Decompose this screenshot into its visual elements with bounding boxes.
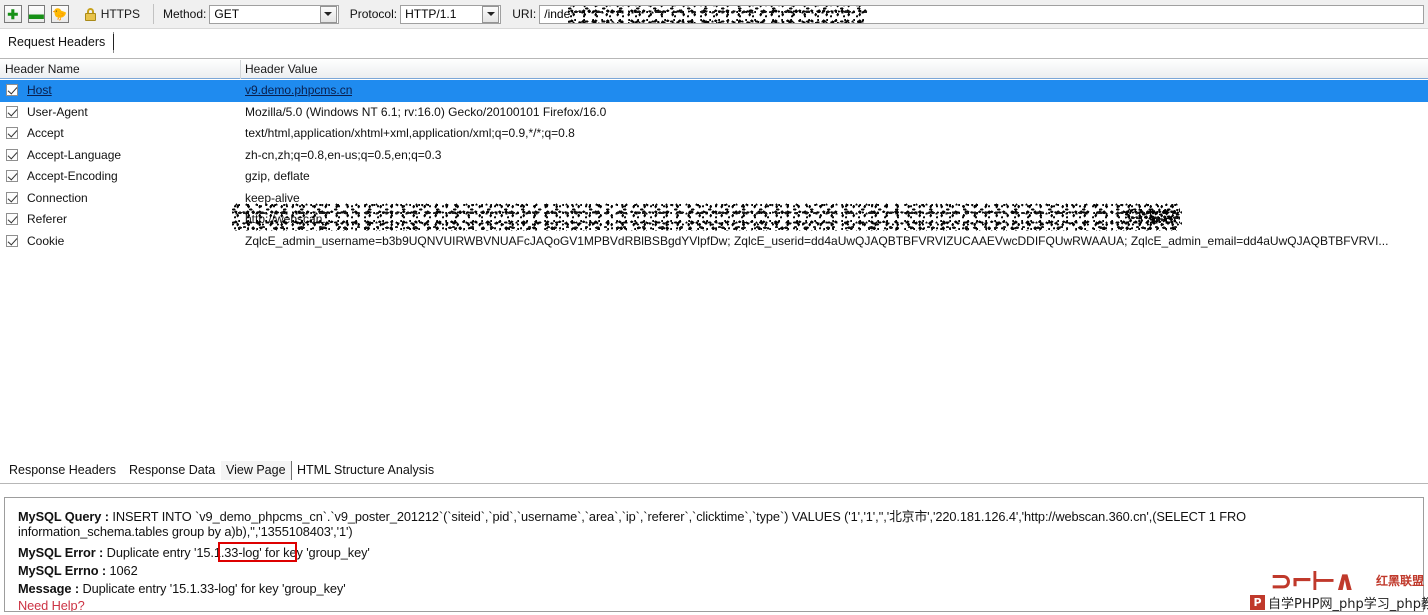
http-request-tool-window: ✚ ▬ 🐤 HTTPS Method: GET Protocol: HTTP/1… <box>0 0 1428 615</box>
table-row[interactable]: Connection keep-alive <box>0 188 1428 210</box>
method-select[interactable]: GET <box>209 4 339 24</box>
row-checkbox[interactable] <box>6 191 18 204</box>
header-value-cell: ZqlcE_admin_username=b3b9UQNVUIRWBVNUAFc… <box>245 233 1389 248</box>
https-label: HTTPS <box>100 7 141 21</box>
header-value-cell: Mozilla/5.0 (Windows NT 6.1; rv:16.0) Ge… <box>245 104 607 119</box>
table-row[interactable]: Referer http://webscan... <box>0 209 1428 231</box>
column-header-name[interactable]: Header Name <box>5 62 80 76</box>
need-help-link[interactable]: Need Help? <box>18 598 85 611</box>
watermark-badge-icon: P <box>1250 595 1265 610</box>
table-row[interactable]: Cookie ZqlcE_admin_username=b3b9UQNVUIRWB… <box>0 231 1428 253</box>
uri-input[interactable]: /inde <box>539 4 1425 24</box>
site-watermark: ⊃⌐⊢∧ 红黑联盟 P 自学PHP网_php学习_php教 <box>1250 566 1428 614</box>
mysql-errno-value: 1062 <box>106 563 138 578</box>
main-toolbar: ✚ ▬ 🐤 HTTPS Method: GET Protocol: HTTP/1… <box>0 0 1428 29</box>
column-divider[interactable] <box>240 60 241 79</box>
need-help-row: Need Help? <box>18 598 85 611</box>
mysql-error-label: MySQL Error : <box>18 545 104 560</box>
headers-table-header: Header Name Header Value <box>0 60 1428 79</box>
mysql-message-text: Duplicate entry '15.1.33-log' for key 'g… <box>78 581 346 596</box>
header-name-cell: Host <box>27 83 52 97</box>
header-value-cell: v9.demo.phpcms.cn <box>245 83 353 97</box>
mysql-query-line1: MySQL Query : INSERT INTO `v9_demo_phpcm… <box>18 506 1246 525</box>
protocol-label: Protocol: <box>349 7 398 21</box>
header-value-cell: keep-alive <box>245 190 300 205</box>
tab-response-data[interactable]: Response Data <box>124 461 220 480</box>
mysql-query-text: INSERT INTO `v9_demo_phpcms_cn`.`v9_post… <box>108 509 1246 524</box>
table-row[interactable]: Accept-Encoding gzip, deflate <box>0 166 1428 188</box>
chevron-down-icon[interactable] <box>319 5 337 23</box>
add-header-button[interactable]: ✚ <box>4 5 22 23</box>
header-value-cell: http://webscan... <box>245 212 333 226</box>
row-checkbox[interactable] <box>6 234 18 247</box>
row-checkbox[interactable] <box>6 105 18 118</box>
header-name-cell: User-Agent <box>27 104 88 119</box>
protocol-value: HTTP/1.1 <box>405 7 457 21</box>
mysql-message-label: Message : <box>18 581 79 596</box>
tab-view-page[interactable]: View Page <box>221 461 292 480</box>
view-page-result-panel: MySQL Query : INSERT INTO `v9_demo_phpcm… <box>4 497 1424 612</box>
header-value-cell: text/html,application/xhtml+xml,applicat… <box>245 126 575 140</box>
send-request-button[interactable]: 🐤 <box>51 5 69 23</box>
mysql-query-label: MySQL Query : <box>18 509 109 524</box>
response-tabstrip: Response Headers Response Data View Page… <box>0 459 1428 484</box>
watermark-logo-cn: 红黑联盟 <box>1375 574 1424 588</box>
lock-icon <box>84 7 96 21</box>
table-row[interactable]: Host v9.demo.phpcms.cn <box>0 80 1428 102</box>
method-label: Method: <box>163 7 207 21</box>
toolbar-divider <box>153 4 154 24</box>
row-checkbox[interactable] <box>6 213 18 225</box>
mysql-errno-line: MySQL Errno : 1062 <box>18 563 138 578</box>
row-checkbox[interactable] <box>6 148 18 161</box>
column-header-value[interactable]: Header Value <box>245 62 318 76</box>
request-tabstrip: Request Headers <box>0 29 1428 59</box>
mysql-query-line2: information_schema.tables group by a)b),… <box>18 524 353 539</box>
header-name-cell: Accept-Encoding <box>27 169 118 183</box>
table-row[interactable]: User-Agent Mozilla/5.0 (Windows NT 6.1; r… <box>0 102 1428 124</box>
https-toggle[interactable]: HTTPS <box>84 7 141 21</box>
row-checkbox[interactable] <box>6 170 18 182</box>
watermark-site-line: P 自学PHP网_php学习_php教 <box>1250 593 1428 612</box>
uri-redaction <box>568 5 869 23</box>
uri-label: URI: <box>512 7 537 21</box>
header-value-cell: gzip, deflate <box>245 169 310 183</box>
mysql-error-text: Duplicate entry '15.1.33-log' for key 'g… <box>103 545 370 560</box>
tab-html-structure-analysis[interactable]: HTML Structure Analysis <box>292 461 439 480</box>
plus-icon: ✚ <box>7 6 19 22</box>
mysql-message-line: Message : Duplicate entry '15.1.33-log' … <box>18 581 346 596</box>
row-checkbox[interactable] <box>6 127 18 139</box>
headers-table-body: Host v9.demo.phpcms.cn User-Agent Mozilla/5… <box>0 80 1428 455</box>
header-name-cell: Accept-Language <box>27 147 122 162</box>
bird-icon: 🐤 <box>52 7 68 21</box>
remove-header-button[interactable]: ▬ <box>27 5 46 23</box>
table-row[interactable]: Accept-Language zh-cn,zh;q=0.8,en-us;q=0.… <box>0 145 1428 167</box>
row-checkbox[interactable] <box>6 84 18 96</box>
header-name-cell: Cookie <box>27 233 65 248</box>
header-name-cell: Referer <box>27 212 68 226</box>
watermark-site-text: 自学PHP网_php学习_php教 <box>1268 597 1428 612</box>
method-value: GET <box>214 7 240 21</box>
minus-icon: ▬ <box>28 5 44 23</box>
mysql-errno-label: MySQL Errno : <box>18 563 107 578</box>
header-value-cell: zh-cn,zh;q=0.8,en-us;q=0.5,en;q=0.3 <box>245 147 442 162</box>
mysql-error-line: MySQL Error : Duplicate entry '15.1.33-l… <box>18 545 370 560</box>
header-name-cell: Connection <box>27 190 88 205</box>
tab-request-headers[interactable]: Request Headers <box>4 32 115 53</box>
tab-response-headers[interactable]: Response Headers <box>4 461 121 480</box>
uri-value: /inde <box>544 7 571 21</box>
watermark-logo-mark: ⊃⌐⊢∧ <box>1270 566 1356 597</box>
chevron-down-icon[interactable] <box>482 5 500 23</box>
table-row[interactable]: Accept text/html,application/xhtml+xml,ap… <box>0 123 1428 145</box>
header-name-cell: Accept <box>27 126 64 140</box>
text-caret <box>113 34 114 50</box>
protocol-select[interactable]: HTTP/1.1 <box>400 4 502 24</box>
